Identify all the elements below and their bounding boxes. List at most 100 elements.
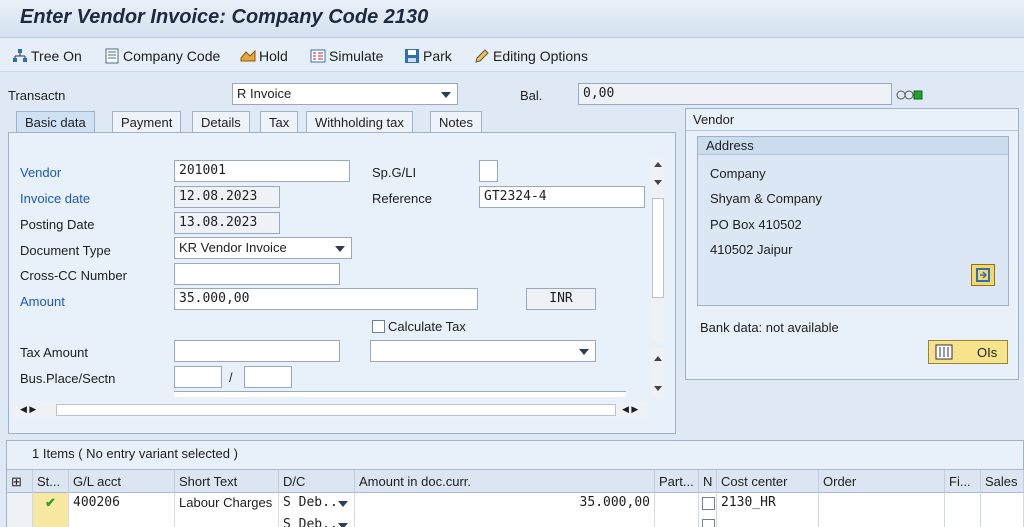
chevron-down-icon (338, 523, 348, 527)
address-line: 410502 Jaipur (710, 242, 793, 257)
form-horizontal-scrollbar[interactable]: ◀ ▶ ◀ ▶ (14, 402, 648, 418)
tax-amount-label: Tax Amount (20, 345, 88, 360)
column-header[interactable]: Amount in doc.curr. (355, 470, 655, 494)
dc-value: S Deb.. (283, 517, 338, 527)
column-header[interactable]: Order (819, 470, 945, 494)
table-row[interactable]: ✔ 400206 Labour Charges S Deb.. 35.000,0… (7, 493, 1024, 515)
column-header[interactable]: Sales (981, 470, 1024, 494)
park-button[interactable]: Park (404, 46, 452, 66)
hold-button[interactable]: Hold (240, 46, 288, 66)
open-items-button[interactable]: OIs (928, 340, 1008, 364)
tab-details[interactable]: Details (192, 111, 250, 133)
cross-cc-input[interactable] (174, 263, 340, 285)
document-type-dropdown[interactable]: KR Vendor Invoice (174, 237, 352, 259)
order-cell[interactable] (819, 515, 945, 527)
column-header[interactable]: Part... (655, 470, 699, 494)
bus-place-label: Bus.Place/Sectn (20, 371, 116, 386)
address-line: PO Box 410502 (710, 217, 802, 232)
cost-center-cell[interactable] (717, 515, 819, 527)
gl-account-cell[interactable]: 400206 (69, 493, 175, 515)
edit-address-button[interactable] (971, 264, 995, 286)
scroll-thumb[interactable] (652, 198, 664, 298)
scroll-right-icon: ◀ ▶ (622, 404, 639, 414)
reference-input[interactable]: GT2324-4 (479, 186, 645, 208)
transaction-dropdown[interactable]: R Invoice (232, 83, 458, 105)
tab-notes[interactable]: Notes (430, 111, 482, 133)
balance-value: 0,00 (583, 86, 615, 101)
section-code-input[interactable] (244, 366, 292, 388)
balance-field: 0,00 (578, 83, 892, 105)
order-cell[interactable] (819, 493, 945, 515)
status-lights-icon (896, 90, 923, 100)
company-code-label: Company Code (123, 48, 221, 64)
simulate-button[interactable]: Simulate (310, 46, 383, 66)
tax-amount-input[interactable] (174, 340, 340, 362)
fi-cell[interactable] (945, 493, 981, 515)
calculate-tax-label: Calculate Tax (388, 319, 466, 334)
tab-payment[interactable]: Payment (112, 111, 182, 133)
short-text-cell[interactable]: Labour Charges (175, 493, 279, 515)
document-type-label: Document Type (20, 243, 111, 258)
business-place-input[interactable] (174, 366, 222, 388)
row-selector[interactable] (7, 515, 33, 527)
address-line: Company (710, 166, 766, 181)
fi-cell[interactable] (945, 515, 981, 527)
invoice-date-label: Invoice date (20, 191, 91, 206)
partner-cell[interactable] (655, 493, 699, 515)
spgl-input[interactable] (479, 160, 498, 182)
chevron-down-icon (441, 92, 451, 98)
partner-cell[interactable] (655, 515, 699, 527)
form-scrollbar-bottom[interactable] (651, 348, 665, 398)
dc-cell[interactable]: S Deb.. (279, 515, 355, 527)
column-header[interactable]: Cost center (717, 470, 819, 494)
short-text-cell[interactable] (175, 515, 279, 527)
park-label: Park (423, 48, 452, 64)
editing-options-button[interactable]: Editing Options (474, 46, 588, 66)
invoice-date-input[interactable]: 12.08.2023 (174, 186, 280, 208)
row-checkbox[interactable] (702, 497, 715, 510)
tree-on-button[interactable]: Tree On (12, 46, 82, 66)
n-cell[interactable] (699, 493, 717, 515)
calculate-tax-checkbox[interactable] (372, 320, 385, 333)
column-header[interactable]: G/L acct (69, 470, 175, 494)
gl-account-cell[interactable] (69, 515, 175, 527)
column-header[interactable]: D/C (279, 470, 355, 494)
tab-basic-data[interactable]: Basic data (16, 111, 95, 133)
posting-date-value: 13.08.2023 (179, 215, 258, 230)
posting-date-input[interactable]: 13.08.2023 (174, 212, 280, 234)
transaction-value: R Invoice (237, 86, 292, 101)
amount-cell[interactable]: 35.000,00 (355, 493, 655, 515)
address-title: Address (706, 138, 754, 153)
column-header[interactable]: Fi... (945, 470, 981, 494)
column-header[interactable]: Short Text (175, 470, 279, 494)
sales-cell[interactable] (981, 493, 1024, 515)
vendor-input[interactable]: 201001 (174, 160, 350, 182)
transaction-label: Transactn (8, 88, 66, 103)
tab-tax[interactable]: Tax (260, 111, 299, 133)
sales-cell[interactable] (981, 515, 1024, 527)
bus-separator: / (229, 370, 233, 385)
pencil-icon (475, 49, 489, 63)
column-header[interactable]: N (699, 470, 717, 494)
company-code-button[interactable]: Company Code (104, 46, 220, 66)
row-checkbox[interactable] (702, 519, 715, 527)
h-scroll-thumb[interactable] (56, 404, 616, 416)
cost-center-cell[interactable]: 2130_HR (717, 493, 819, 515)
chevron-down-icon (335, 246, 345, 252)
select-all-icon[interactable]: ⊞ (7, 470, 33, 494)
address-line: Shyam & Company (710, 191, 822, 206)
amount-cell[interactable] (355, 515, 655, 527)
table-row[interactable]: S Deb.. (7, 515, 1024, 527)
n-cell[interactable] (699, 515, 717, 527)
tab-withholding-tax[interactable]: Withholding tax (306, 111, 413, 133)
simulate-label: Simulate (329, 48, 384, 64)
column-header[interactable]: St... (33, 470, 69, 494)
currency-value: INR (549, 291, 573, 306)
row-selector[interactable] (7, 493, 33, 515)
address-edit-icon (976, 268, 990, 282)
reference-label: Reference (372, 191, 432, 206)
tax-code-dropdown[interactable] (370, 340, 596, 362)
amount-input[interactable]: 35.000,00 (174, 288, 478, 310)
form-scrollbar-top[interactable] (651, 158, 665, 342)
dc-cell[interactable]: S Deb.. (279, 493, 355, 515)
